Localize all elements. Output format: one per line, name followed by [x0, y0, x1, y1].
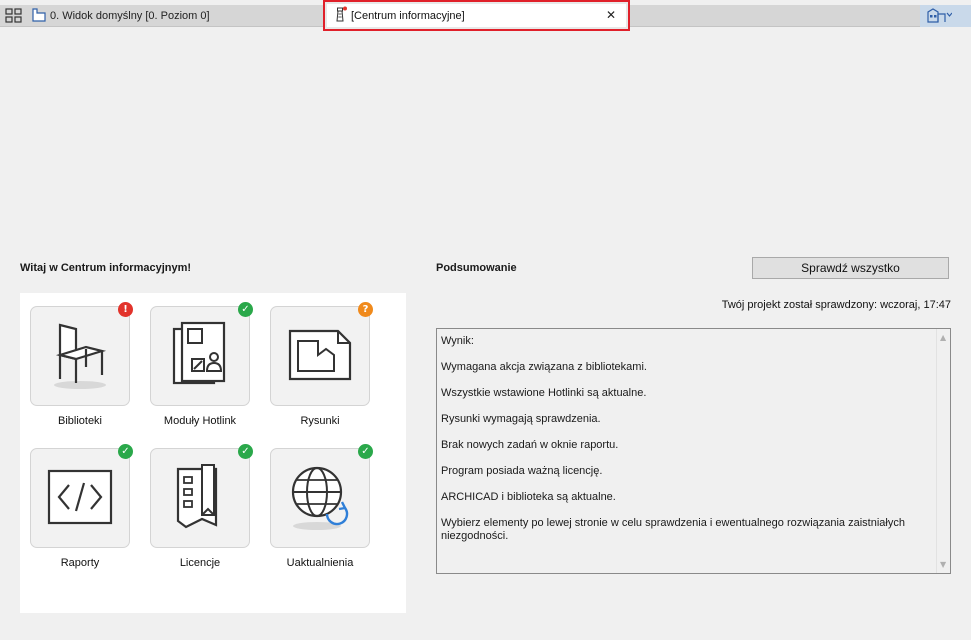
result-scrollbar[interactable]: ▲ ▼ [936, 329, 950, 573]
chair-icon [46, 319, 114, 394]
tile-licenses-label: Licencje [179, 557, 221, 569]
globe-update-icon [287, 462, 353, 535]
ok-badge-icon: ✓ [118, 444, 133, 459]
tab-bar: 0. Widok domyślny [0. Poziom 0] [Centrum… [0, 0, 971, 31]
ok-badge-icon: ✓ [238, 302, 253, 317]
last-checked-text: Twój projekt został sprawdzony: wczoraj,… [721, 299, 951, 311]
result-line: Wszystkie wstawione Hotlinki są aktualne… [441, 387, 647, 399]
tile-libraries-label: Biblioteki [57, 415, 103, 427]
ok-badge-icon: ✓ [238, 444, 253, 459]
result-line: ARCHICAD i biblioteka są aktualne. [441, 491, 616, 503]
result-line: Wynik: [441, 335, 474, 347]
welcome-title: Witaj w Centrum informacyjnym! [20, 262, 192, 274]
error-badge-icon: ! [118, 302, 133, 317]
summary-title: Podsumowanie [436, 262, 517, 274]
scroll-up-icon[interactable]: ▲ [940, 333, 946, 342]
tile-libraries[interactable] [30, 306, 130, 406]
tile-reports-label: Raporty [60, 557, 100, 569]
status-tiles-panel: ! Biblioteki ✓ Moduły Hotlink ? Rysunki … [20, 293, 406, 613]
lighthouse-icon [333, 6, 347, 25]
result-content: Wynik: Wymagana akcja związana z bibliot… [441, 335, 933, 556]
tile-hotlink-modules[interactable] [150, 306, 250, 406]
grid-view-icon[interactable] [5, 8, 23, 24]
tab-info-center[interactable]: [Centrum informacyjne] ✕ [323, 0, 630, 31]
check-all-button[interactable]: Sprawdź wszystko [752, 257, 949, 279]
tile-drawings-label: Rysunki [300, 415, 340, 427]
tile-updates-label: Uaktualnienia [286, 557, 354, 569]
result-line: Brak nowych zadań w oknie raportu. [441, 439, 619, 451]
scroll-down-icon[interactable]: ▼ [940, 560, 946, 569]
hotlink-modules-icon [170, 319, 230, 394]
result-line: Wymagana akcja związana z bibliotekami. [441, 361, 647, 373]
tab-info-center-label: [Centrum informacyjne] [351, 9, 465, 22]
result-textbox[interactable]: Wynik: Wymagana akcja związana z bibliot… [436, 328, 951, 574]
warning-badge-icon: ? [358, 302, 373, 317]
building-icon [926, 7, 953, 26]
tile-reports[interactable] [30, 448, 130, 548]
result-line: Rysunki wymagają sprawdzenia. [441, 413, 601, 425]
tile-licenses[interactable] [150, 448, 250, 548]
floor-plan-icon [32, 7, 46, 25]
tab-default-label: 0. Widok domyślny [0. Poziom 0] [50, 10, 210, 22]
drawings-icon [284, 325, 356, 388]
license-icon [172, 461, 228, 536]
navigator-menu-button[interactable] [920, 5, 971, 27]
result-line: Wybierz elementy po lewej stronie w celu… [441, 517, 905, 542]
reports-code-icon [45, 467, 115, 530]
close-tab-icon[interactable]: ✕ [606, 8, 616, 22]
tab-default-view[interactable]: 0. Widok domyślny [0. Poziom 0] [28, 5, 322, 27]
ok-badge-icon: ✓ [358, 444, 373, 459]
tile-drawings[interactable] [270, 306, 370, 406]
tile-updates[interactable] [270, 448, 370, 548]
result-line: Program posiada ważną licencję. [441, 465, 603, 477]
tile-hotlink-modules-label: Moduły Hotlink [163, 415, 237, 427]
